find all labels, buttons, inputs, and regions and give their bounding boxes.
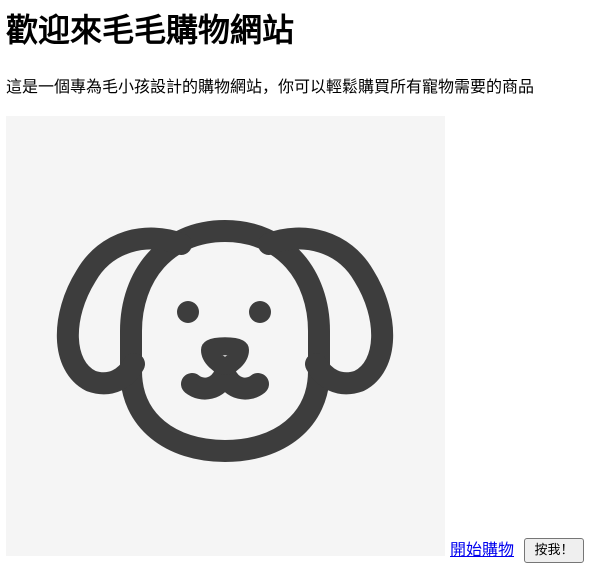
hero-image <box>6 116 445 556</box>
dog-face-icon <box>56 220 394 462</box>
intro-text: 這是一個專為毛小孩設計的購物網站，你可以輕鬆購買所有寵物需要的商品 <box>6 77 535 96</box>
page: 歡迎來毛毛購物網站 這是一個專為毛小孩設計的購物網站，你可以輕鬆購買所有寵物需要… <box>0 0 592 573</box>
page-title: 歡迎來毛毛購物網站 <box>6 11 295 49</box>
click-me-button[interactable]: 按我！ <box>524 538 584 563</box>
start-shopping-link[interactable]: 開始購物 <box>450 540 514 560</box>
